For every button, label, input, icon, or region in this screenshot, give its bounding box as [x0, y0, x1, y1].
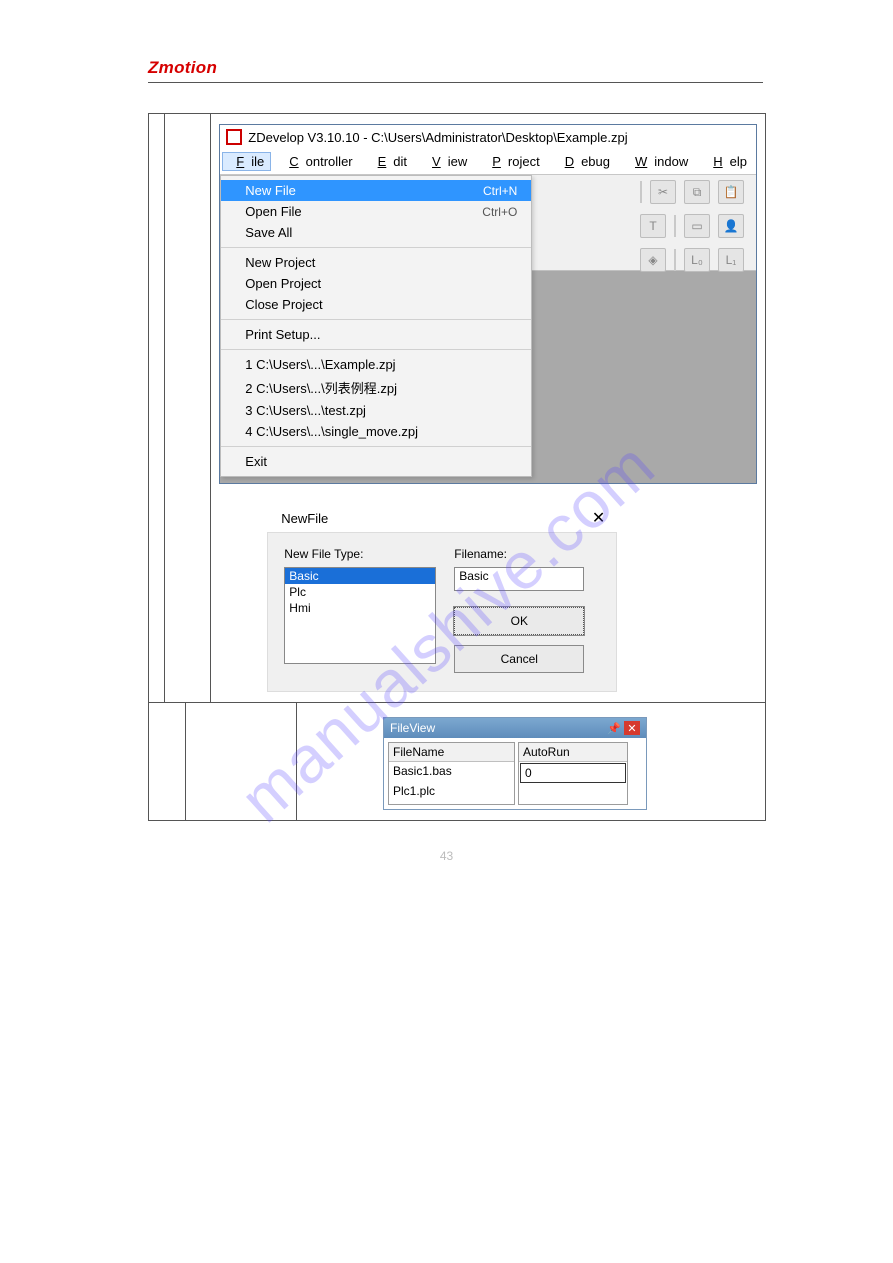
table-row[interactable]	[519, 784, 627, 804]
menuitem-exit[interactable]: Exit	[221, 451, 531, 472]
desc-col	[186, 703, 297, 820]
screenshot-col: ZDevelop V3.10.10 - C:\Users\Administrat…	[211, 114, 765, 702]
fileview-panel: FileView 📌 ✕ FileName Basic1.bas Plc1.pl…	[383, 717, 647, 810]
autorun-column: AutoRun 0	[518, 742, 628, 805]
app-window: ZDevelop V3.10.10 - C:\Users\Administrat…	[219, 124, 757, 484]
menu-window[interactable]: Window	[621, 152, 695, 171]
app-icon	[226, 129, 242, 145]
close-icon[interactable]: ✕	[586, 508, 611, 528]
filename-input[interactable]: Basic	[454, 567, 584, 591]
fileview-title: FileView	[390, 721, 607, 735]
menuitem-open-project[interactable]: Open Project	[221, 273, 531, 294]
file-menu-dropdown: New File Ctrl+N Open File Ctrl+O Save Al…	[220, 175, 532, 477]
work-area: ✂ ⧉ 📋 T ▭ 👤 ◈	[220, 175, 756, 483]
menuitem-label: New File	[245, 183, 483, 198]
menuitem-close-project[interactable]: Close Project	[221, 294, 531, 315]
menuitem-label: Open File	[245, 204, 482, 219]
step-col	[149, 114, 165, 702]
column-header[interactable]: AutoRun	[519, 743, 627, 762]
filename-label: Filename:	[454, 547, 584, 561]
menuitem-label: Open Project	[245, 276, 517, 291]
menuitem-shortcut: Ctrl+N	[483, 184, 517, 198]
window-title: ZDevelop V3.10.10 - C:\Users\Administrat…	[248, 130, 750, 145]
separator-icon	[640, 181, 642, 203]
brand-logo: Zmotion	[148, 58, 763, 78]
list-item[interactable]: Plc	[285, 584, 435, 600]
l0-icon[interactable]: L₀	[684, 248, 710, 272]
menuitem-recent-3[interactable]: 3 C:\Users\...\test.zpj	[221, 400, 531, 421]
ok-button[interactable]: OK	[454, 607, 584, 635]
menu-edit[interactable]: Edit	[364, 152, 414, 171]
menuitem-label: 1 C:\Users\...\Example.zpj	[245, 357, 517, 372]
dialog-title: NewFile	[273, 511, 586, 526]
cut-icon[interactable]: ✂	[650, 180, 676, 204]
filename-column: FileName Basic1.bas Plc1.plc	[388, 742, 515, 805]
desc-col	[165, 114, 211, 702]
menuitem-label: Save All	[245, 225, 517, 240]
column-header[interactable]: FileName	[389, 743, 514, 762]
menuitem-new-file[interactable]: New File Ctrl+N	[221, 180, 531, 201]
paste-icon[interactable]: 📋	[718, 180, 744, 204]
menu-project[interactable]: Project	[478, 152, 546, 171]
target-icon[interactable]: ◈	[640, 248, 666, 272]
menuitem-label: New Project	[245, 255, 517, 270]
menuitem-label: 2 C:\Users\...\列表例程.zpj	[245, 378, 517, 397]
menuitem-print-setup[interactable]: Print Setup...	[221, 324, 531, 345]
newfile-dialog: NewFile ✕ New File Type: Basic Plc Hmi	[267, 504, 617, 692]
close-icon[interactable]: ✕	[624, 721, 640, 735]
separator-icon	[674, 215, 676, 237]
menuitem-label: Close Project	[245, 297, 517, 312]
menuitem-label: 3 C:\Users\...\test.zpj	[245, 403, 517, 418]
autorun-input[interactable]: 0	[520, 763, 626, 783]
fileview-titlebar: FileView 📌 ✕	[384, 718, 646, 738]
table-row[interactable]: Basic1.bas	[389, 762, 514, 782]
menuitem-shortcut: Ctrl+O	[482, 205, 517, 219]
menu-file[interactable]: File	[222, 152, 271, 171]
menuitem-recent-2[interactable]: 2 C:\Users\...\列表例程.zpj	[221, 375, 531, 400]
screenshot-col: FileView 📌 ✕ FileName Basic1.bas Plc1.pl…	[297, 703, 765, 820]
cancel-button[interactable]: Cancel	[454, 645, 584, 673]
type-label: New File Type:	[284, 547, 436, 561]
menuitem-label: Print Setup...	[245, 327, 517, 342]
menu-controller[interactable]: Controller	[275, 152, 359, 171]
filetype-listbox[interactable]: Basic Plc Hmi	[284, 567, 436, 664]
separator-icon	[674, 249, 676, 271]
menuitem-recent-1[interactable]: 1 C:\Users\...\Example.zpj	[221, 354, 531, 375]
l1-icon[interactable]: L₁	[718, 248, 744, 272]
list-item[interactable]: Hmi	[285, 600, 435, 616]
person-icon[interactable]: 👤	[718, 214, 744, 238]
page-number: 43	[0, 849, 893, 863]
menuitem-new-project[interactable]: New Project	[221, 252, 531, 273]
menuitem-recent-4[interactable]: 4 C:\Users\...\single_move.zpj	[221, 421, 531, 442]
menuitem-open-file[interactable]: Open File Ctrl+O	[221, 201, 531, 222]
menu-debug[interactable]: Debug	[551, 152, 617, 171]
table-row[interactable]: Plc1.plc	[389, 782, 514, 802]
menuitem-save-all[interactable]: Save All	[221, 222, 531, 243]
menubar: File Controller Edit View Project Debug …	[220, 149, 756, 175]
pin-icon[interactable]: 📌	[607, 721, 621, 735]
titlebar: ZDevelop V3.10.10 - C:\Users\Administrat…	[220, 125, 756, 149]
menu-help[interactable]: Help	[699, 152, 754, 171]
list-item[interactable]: Basic	[285, 568, 435, 584]
content-table: ZDevelop V3.10.10 - C:\Users\Administrat…	[148, 113, 766, 821]
text-icon[interactable]: T	[640, 214, 666, 238]
dialog-titlebar: NewFile ✕	[267, 504, 617, 532]
step-col	[149, 703, 186, 820]
menuitem-label: 4 C:\Users\...\single_move.zpj	[245, 424, 517, 439]
header-rule	[148, 82, 763, 83]
image-icon[interactable]: ▭	[684, 214, 710, 238]
copy-icon[interactable]: ⧉	[684, 180, 710, 204]
menuitem-label: Exit	[245, 454, 517, 469]
toolbar-icons: ✂ ⧉ 📋 T ▭ 👤 ◈	[640, 175, 748, 277]
menu-view[interactable]: View	[418, 152, 474, 171]
